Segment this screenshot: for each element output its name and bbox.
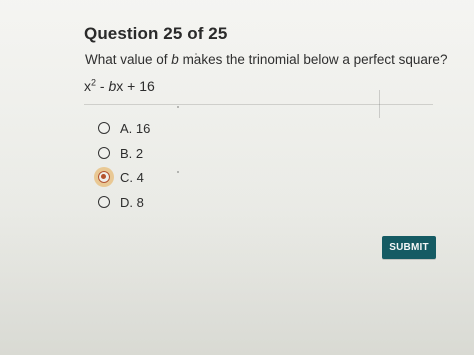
expression-rest: x + 16	[116, 78, 155, 94]
question-variable-b: b	[171, 52, 179, 67]
screen-artifact-dot	[177, 171, 179, 173]
question-header: Question 25 of 25	[84, 24, 228, 43]
radio-option-c[interactable]	[98, 171, 110, 183]
question-card: Question 25 of 25 What value of b makes …	[0, 0, 474, 355]
answer-option-d-label: D. 8	[120, 194, 144, 210]
question-separator	[84, 104, 433, 105]
answer-option-b[interactable]: B. 2	[98, 143, 298, 163]
expression-x: x	[84, 78, 91, 94]
answer-option-a-label: A. 16	[120, 120, 151, 136]
answer-option-c[interactable]: C. 4	[98, 167, 298, 187]
expression-minus: -	[96, 78, 109, 94]
answer-options: A. 16 B. 2 C. 4 D. 8	[98, 118, 318, 218]
trinomial-expression: x2 - bx + 16	[84, 78, 155, 94]
screen-artifact-line	[379, 90, 380, 118]
quiz-screen: Question 25 of 25 What value of b makes …	[0, 0, 474, 355]
question-prompt-end: makes the trinomial below a perfect squa…	[178, 52, 448, 67]
answer-option-c-label: C. 4	[120, 169, 144, 185]
radio-option-a[interactable]	[98, 122, 110, 134]
submit-button[interactable]: SUBMIT	[382, 236, 436, 259]
radio-option-b[interactable]	[98, 147, 110, 159]
screen-artifact-dot	[195, 53, 197, 55]
radio-option-d[interactable]	[98, 196, 110, 208]
question-prompt: What value of b makes the trinomial belo…	[85, 52, 447, 67]
answer-option-b-label: B. 2	[120, 145, 144, 161]
question-prompt-start: What value of	[85, 52, 172, 67]
answer-option-d[interactable]: D. 8	[98, 192, 298, 212]
screen-artifact-dot	[177, 106, 179, 108]
answer-option-a[interactable]: A. 16	[98, 118, 298, 138]
